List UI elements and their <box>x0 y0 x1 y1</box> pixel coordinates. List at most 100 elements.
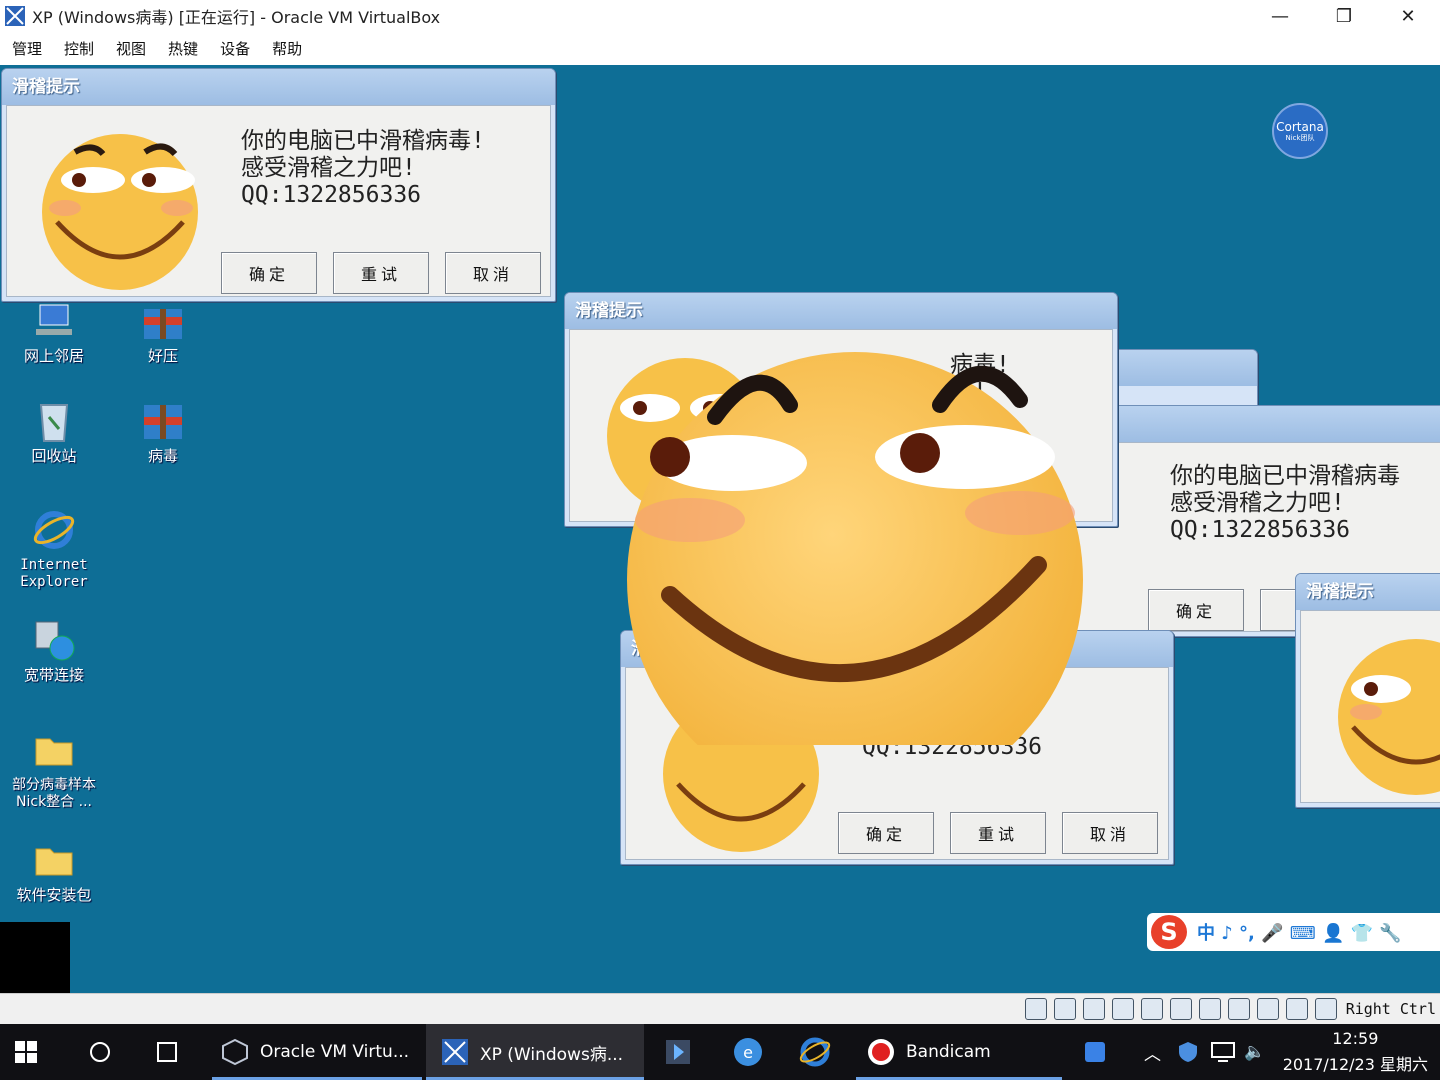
desktop-icon-installers[interactable]: 软件安装包 <box>0 837 108 904</box>
search-button[interactable] <box>88 1024 118 1080</box>
sogou-ime-toolbar[interactable]: S 中 ♪ °, 🎤 ⌨ 👤 👕 🔧 <box>1147 913 1440 951</box>
speaker-icon: 🔈 <box>1244 1042 1266 1062</box>
menu-help[interactable]: 帮助 <box>272 38 302 59</box>
archive-icon <box>140 398 186 444</box>
chevron-up-icon: ︿ <box>1144 1044 1161 1065</box>
desktop-icon-ie[interactable]: Internet Explorer <box>0 507 108 591</box>
network-icon[interactable] <box>1111 998 1134 1020</box>
sogou-logo-icon: S <box>1151 915 1187 949</box>
tray-overflow-button[interactable]: ︿ <box>1144 1024 1168 1080</box>
funny-dialog-background <box>1100 349 1258 409</box>
retry-button[interactable]: 重试 <box>333 252 429 294</box>
ok-button[interactable]: 确定 <box>838 812 934 854</box>
archive-icon <box>140 298 186 344</box>
desktop-icon-network[interactable]: 网上邻居 <box>0 298 108 365</box>
funny-face-icon <box>1338 639 1440 795</box>
ie-icon <box>799 1037 831 1067</box>
desktop-icon-haozip[interactable]: 好压 <box>109 298 217 365</box>
video-capture-icon[interactable] <box>1227 998 1250 1020</box>
cancel-button[interactable]: 取消 <box>445 252 541 294</box>
usb-icon[interactable] <box>1140 998 1163 1020</box>
desktop-icon-label: 软件安装包 <box>16 886 92 904</box>
desktop-icon-label: 回收站 <box>31 447 77 465</box>
guest-desktop: Cortana Nick团队 网上邻居 好压 回收站 病毒 Internet E… <box>0 65 1440 993</box>
dialog-title-bar[interactable]: 滑稽提示 <box>565 293 1117 329</box>
start-button[interactable] <box>14 1024 54 1080</box>
vbox-status-bar: Right Ctrl <box>0 993 1440 1024</box>
taskbar-item-ie[interactable] <box>798 1024 834 1080</box>
black-block <box>0 922 70 993</box>
desktop-icon-recycle-bin[interactable]: 回收站 <box>0 398 108 465</box>
search-circle-icon <box>90 1042 110 1062</box>
keyboard-capture-icon[interactable] <box>1314 998 1337 1020</box>
mouse-integration-icon[interactable] <box>1285 998 1308 1020</box>
dialog-title-bar[interactable]: 滑稽提示 <box>1296 574 1440 610</box>
audio-icon[interactable] <box>1082 998 1105 1020</box>
funny-face-icon <box>42 134 198 290</box>
taskbar-item-browser[interactable]: e <box>732 1024 766 1080</box>
dialog-body: 你的电脑已中滑稽病毒! 感受滑稽之力吧! QQ:1322856336 确定 重试… <box>6 105 551 297</box>
ime-tools[interactable]: 中 ♪ °, 🎤 ⌨ 👤 👕 🔧 <box>1197 919 1402 945</box>
host-taskbar: Oracle VM Virtu... XP (Windows病... e Ban… <box>0 1024 1440 1080</box>
dialog-title-bar[interactable] <box>1101 350 1257 386</box>
display-icon[interactable] <box>1198 998 1221 1020</box>
xp-vm-icon <box>440 1037 470 1067</box>
funny-dialog-top: 滑稽提示 你的电脑已中滑稽病毒! 感受滑稽之力吧! QQ:1322856336 … <box>1 68 556 302</box>
virtualbox-xp-icon <box>5 6 25 26</box>
broadband-icon <box>31 617 77 663</box>
taskbar-item-app[interactable] <box>664 1024 694 1080</box>
dialog-message: 你的电脑已中滑稽病毒 感受滑稽之力吧! QQ:1322856336 <box>1170 463 1400 543</box>
taskbar-clock[interactable]: 12:59 2017/12/23 星期六 <box>1283 1026 1428 1078</box>
desktop-icon-broadband[interactable]: 宽带连接 <box>0 617 108 684</box>
virtualbox-icon <box>220 1037 250 1067</box>
tray-network-icon[interactable] <box>1210 1024 1238 1080</box>
hdd-icon[interactable] <box>1024 998 1047 1020</box>
ie-icon <box>31 507 77 553</box>
desktop-icon-virus[interactable]: 病毒 <box>109 398 217 465</box>
giant-funny-face-icon <box>627 352 1083 745</box>
task-view-button[interactable] <box>152 1024 186 1080</box>
bandicam-record-icon <box>866 1037 896 1067</box>
cortana-label: Cortana <box>1276 119 1324 134</box>
cancel-button[interactable]: 取消 <box>1062 812 1158 854</box>
menu-view[interactable]: 视图 <box>116 38 146 59</box>
windows-icon <box>15 1041 37 1063</box>
minimize-button[interactable]: — <box>1248 0 1312 32</box>
menu-control[interactable]: 控制 <box>64 38 94 59</box>
ok-button[interactable]: 确定 <box>221 252 317 294</box>
shared-folder-icon[interactable] <box>1169 998 1192 1020</box>
desktop-icon-label: Internet Explorer <box>20 557 88 590</box>
shield-icon <box>1179 1042 1197 1062</box>
folder-icon <box>31 837 77 883</box>
tray-volume-icon[interactable]: 🔈 <box>1244 1024 1270 1080</box>
tray-notification-icon[interactable] <box>1084 1024 1110 1080</box>
cortana-button[interactable]: Cortana Nick团队 <box>1272 103 1328 159</box>
network-icon <box>31 298 77 344</box>
desktop-icon-label: 网上邻居 <box>23 347 84 365</box>
taskbar-item-label: XP (Windows病... <box>480 1044 624 1065</box>
desktop-icon-label: 病毒 <box>147 447 178 465</box>
cortana-sub: Nick团队 <box>1285 133 1315 142</box>
network-icon <box>1211 1042 1235 1062</box>
menu-manage[interactable]: 管理 <box>12 38 42 59</box>
clock-time: 12:59 <box>1332 1029 1379 1048</box>
close-button[interactable]: ✕ <box>1376 0 1440 32</box>
taskbar-item-virtualbox[interactable]: Oracle VM Virtu... <box>212 1024 422 1080</box>
retry-button[interactable]: 重试 <box>950 812 1046 854</box>
cpu-icon[interactable] <box>1256 998 1279 1020</box>
host-key-label: Right Ctrl <box>1345 1000 1436 1018</box>
taskbar-item-bandicam[interactable]: Bandicam <box>856 1024 1062 1080</box>
tray-shield-icon[interactable] <box>1178 1024 1202 1080</box>
restore-button[interactable]: ❐ <box>1312 0 1376 32</box>
optical-drive-icon[interactable] <box>1053 998 1076 1020</box>
menu-devices[interactable]: 设备 <box>220 38 250 59</box>
taskbar-item-label: Bandicam <box>906 1042 991 1062</box>
taskbar-item-xp-vm[interactable]: XP (Windows病... <box>426 1024 644 1080</box>
menu-hotkeys[interactable]: 热键 <box>168 38 198 59</box>
desktop-icon-virus-samples[interactable]: 部分病毒样本 Nick整合 ... <box>0 727 108 811</box>
dialog-title-bar[interactable]: 滑稽提示 <box>2 69 555 105</box>
app-icon <box>666 1040 690 1064</box>
ok-button[interactable]: 确定 <box>1148 589 1244 631</box>
host-window-title: XP (Windows病毒) [正在运行] - Oracle VM Virtua… <box>32 8 441 27</box>
funny-dialog-far-right: 滑稽提示 <box>1295 573 1440 808</box>
